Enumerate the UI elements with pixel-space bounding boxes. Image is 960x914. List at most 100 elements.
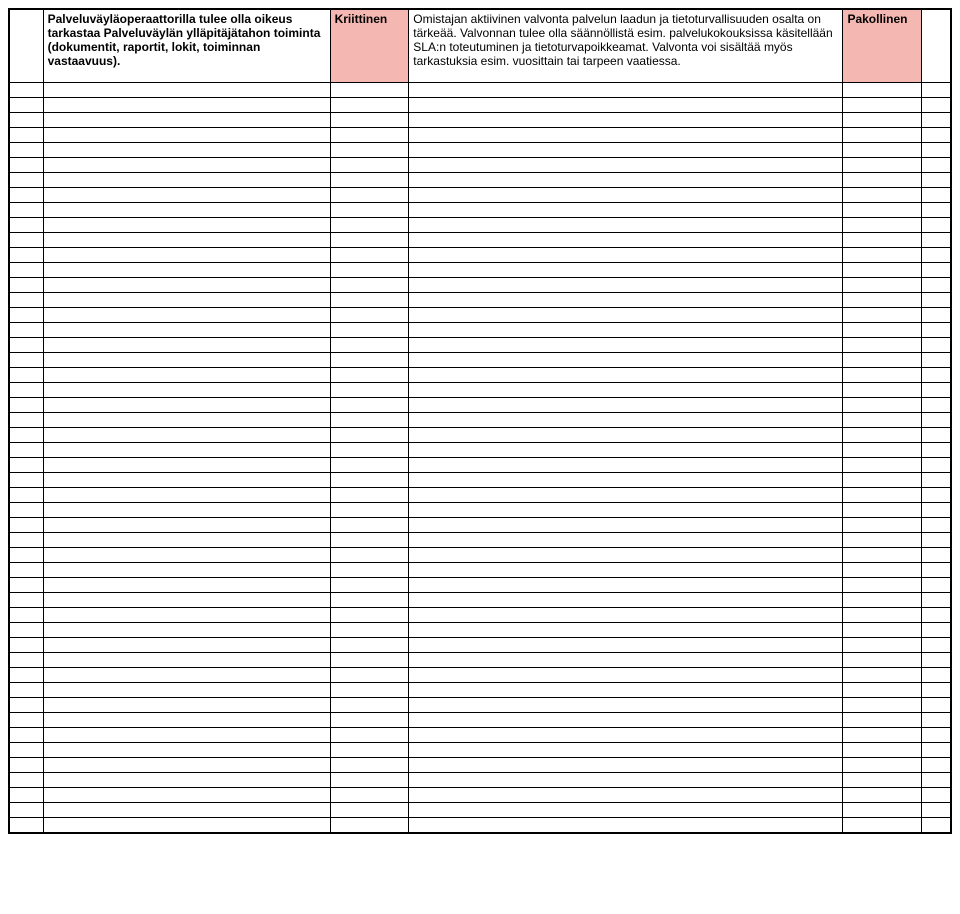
empty-cell xyxy=(922,233,951,248)
empty-cell xyxy=(843,353,922,368)
empty-cell xyxy=(330,503,409,518)
empty-cell xyxy=(330,473,409,488)
empty-cell xyxy=(9,788,43,803)
empty-cell xyxy=(843,503,922,518)
table-row: Palveluväyläoperaattorilla tulee olla oi… xyxy=(9,9,951,83)
empty-cell xyxy=(843,128,922,143)
empty-cell xyxy=(843,143,922,158)
empty-cell xyxy=(843,578,922,593)
table-row xyxy=(9,398,951,413)
empty-cell xyxy=(9,308,43,323)
table-row xyxy=(9,443,951,458)
empty-cell xyxy=(43,773,330,788)
empty-cell xyxy=(43,233,330,248)
table-row xyxy=(9,233,951,248)
empty-cell xyxy=(922,218,951,233)
empty-cell xyxy=(330,203,409,218)
empty-cell xyxy=(922,278,951,293)
empty-cell xyxy=(43,158,330,173)
empty-cell xyxy=(843,308,922,323)
table-row xyxy=(9,638,951,653)
empty-cell xyxy=(409,98,843,113)
empty-cell xyxy=(330,263,409,278)
empty-cell xyxy=(330,593,409,608)
empty-cell xyxy=(922,413,951,428)
empty-cell xyxy=(922,668,951,683)
empty-cell xyxy=(43,398,330,413)
empty-cell xyxy=(43,548,330,563)
empty-cell xyxy=(330,458,409,473)
empty-cell xyxy=(843,203,922,218)
empty-cell xyxy=(9,608,43,623)
empty-cell xyxy=(330,683,409,698)
empty-cell xyxy=(9,98,43,113)
empty-cell xyxy=(9,128,43,143)
empty-cell xyxy=(9,773,43,788)
empty-cell xyxy=(43,623,330,638)
table-row xyxy=(9,698,951,713)
empty-cell xyxy=(330,353,409,368)
empty-cell xyxy=(409,608,843,623)
empty-cell xyxy=(43,743,330,758)
empty-cell xyxy=(409,143,843,158)
empty-cell xyxy=(843,113,922,128)
empty-cell xyxy=(43,533,330,548)
table-row xyxy=(9,503,951,518)
empty-cell xyxy=(409,728,843,743)
empty-cell xyxy=(843,713,922,728)
empty-cell xyxy=(43,473,330,488)
empty-cell xyxy=(409,713,843,728)
empty-cell xyxy=(922,728,951,743)
empty-cell xyxy=(43,263,330,278)
empty-cell xyxy=(330,758,409,773)
empty-cell xyxy=(922,818,951,834)
empty-cell xyxy=(409,638,843,653)
empty-cell xyxy=(43,443,330,458)
table-row xyxy=(9,488,951,503)
empty-cell xyxy=(9,668,43,683)
empty-cell xyxy=(409,128,843,143)
empty-cell xyxy=(922,608,951,623)
empty-cell xyxy=(43,578,330,593)
empty-cell xyxy=(843,653,922,668)
empty-cell xyxy=(9,188,43,203)
cell-requirement: Palveluväyläoperaattorilla tulee olla oi… xyxy=(43,9,330,83)
empty-cell xyxy=(330,98,409,113)
empty-cell xyxy=(43,83,330,98)
empty-cell xyxy=(409,548,843,563)
empty-cell xyxy=(9,578,43,593)
table-row xyxy=(9,113,951,128)
empty-cell xyxy=(409,263,843,278)
empty-cell xyxy=(9,803,43,818)
empty-cell xyxy=(330,428,409,443)
empty-cell xyxy=(409,473,843,488)
empty-cell xyxy=(9,563,43,578)
empty-cell xyxy=(409,173,843,188)
empty-cell xyxy=(9,293,43,308)
empty-cell xyxy=(9,248,43,263)
empty-cell xyxy=(843,248,922,263)
empty-cell xyxy=(922,398,951,413)
empty-cell xyxy=(409,578,843,593)
empty-cell xyxy=(922,368,951,383)
empty-cell xyxy=(43,593,330,608)
empty-cell xyxy=(409,383,843,398)
empty-cell xyxy=(43,503,330,518)
empty-cell xyxy=(9,143,43,158)
empty-cell xyxy=(43,368,330,383)
empty-cell xyxy=(43,668,330,683)
empty-cell xyxy=(9,173,43,188)
empty-cell xyxy=(922,458,951,473)
empty-cell xyxy=(330,773,409,788)
empty-cell xyxy=(843,233,922,248)
empty-cell xyxy=(409,248,843,263)
table-row xyxy=(9,128,951,143)
empty-cell xyxy=(9,698,43,713)
empty-cell xyxy=(330,158,409,173)
empty-cell xyxy=(9,278,43,293)
empty-cell xyxy=(43,683,330,698)
empty-cell xyxy=(330,533,409,548)
empty-cell xyxy=(9,263,43,278)
empty-cell xyxy=(330,743,409,758)
empty-cell xyxy=(330,323,409,338)
